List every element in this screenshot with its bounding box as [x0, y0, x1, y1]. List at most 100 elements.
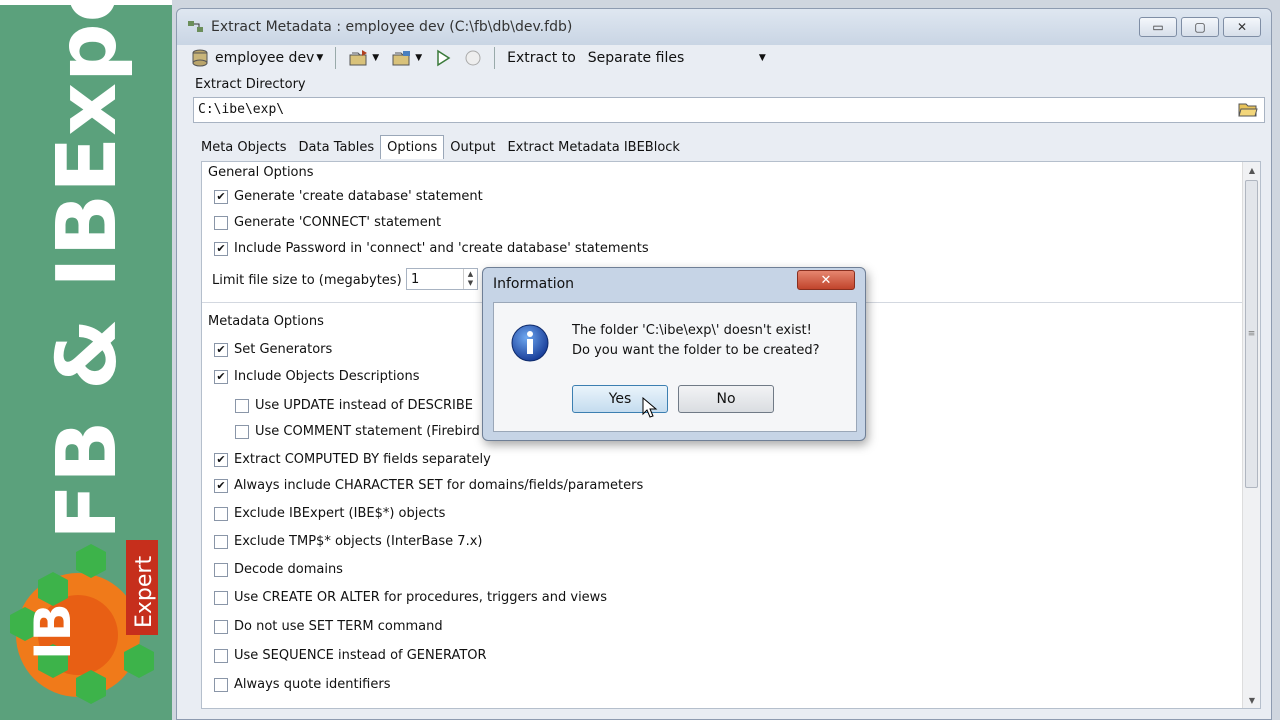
checkbox[interactable]: ✔: [214, 189, 228, 204]
extract-to-label: Extract to: [507, 50, 576, 66]
database-selector[interactable]: employee dev ▼: [187, 46, 327, 70]
brand-strip: FB & IBExpert IB Expert: [0, 0, 172, 720]
dialog-body: The folder 'C:\ibe\exp\' doesn't exist! …: [493, 302, 857, 432]
logo-letters: IB: [24, 603, 82, 660]
checkbox[interactable]: [214, 590, 228, 605]
window-title: Extract Metadata : employee dev (C:\fb\d…: [211, 19, 573, 35]
extract-directory-input[interactable]: C:\ibe\exp\: [193, 97, 1265, 123]
option-label: Do not use SET TERM command: [234, 619, 443, 634]
no-button[interactable]: No: [678, 385, 774, 413]
extract-directory-label: Extract Directory: [195, 77, 306, 92]
checkbox[interactable]: [214, 648, 228, 663]
metadata_options-option[interactable]: Exclude IBExpert (IBE$*) objects: [214, 506, 445, 521]
metadata_options-option[interactable]: Decode domains: [214, 562, 343, 577]
option-label: Generate 'create database' statement: [234, 189, 483, 204]
options-scrollbar[interactable]: ▲ ≡ ▼: [1242, 162, 1260, 708]
extract-to-value: Separate files: [587, 50, 685, 66]
logo-word: Expert: [132, 556, 157, 628]
metadata_options-option[interactable]: Use SEQUENCE instead of GENERATOR: [214, 648, 487, 663]
general_options-option[interactable]: Generate 'CONNECT' statement: [214, 215, 441, 230]
metadata_options-option[interactable]: ✔ Always include CHARACTER SET for domain…: [214, 478, 643, 493]
toolbar-separator: [494, 47, 496, 69]
general_options-option[interactable]: ✔ Include Password in 'connect' and 'crea…: [214, 241, 649, 256]
play-icon: [437, 49, 451, 67]
toolbar: employee dev ▼ ▼ ▼ Extract to Separate f…: [187, 45, 770, 71]
checkbox[interactable]: ✔: [214, 452, 228, 467]
close-window-button[interactable]: ✕: [1223, 17, 1261, 37]
database-label: employee dev: [215, 50, 315, 66]
metadata_options-option[interactable]: Do not use SET TERM command: [214, 619, 443, 634]
option-label: Always quote identifiers: [234, 677, 391, 692]
scroll-up-icon[interactable]: ▲: [1243, 162, 1261, 178]
tab-meta-objects[interactable]: Meta Objects: [195, 135, 293, 159]
extract-to-select[interactable]: Separate files ▼: [584, 47, 770, 69]
checkbox[interactable]: [214, 619, 228, 634]
stepper-arrows-icon[interactable]: ▲ ▼: [463, 269, 477, 289]
dialog-close-button[interactable]: ✕: [797, 270, 855, 290]
metadata_options-option[interactable]: ✔ Include Objects Descriptions: [214, 369, 420, 384]
info-icon: [511, 324, 549, 362]
tab-output[interactable]: Output: [444, 135, 501, 159]
checkbox[interactable]: ✔: [214, 478, 228, 493]
limit-file-size-label: Limit file size to (megabytes): [212, 273, 402, 288]
toolbar-separator: [335, 47, 337, 69]
checkbox[interactable]: [235, 424, 249, 439]
chevron-down-icon: ▼: [316, 53, 324, 63]
metadata_options-option[interactable]: Use CREATE OR ALTER for procedures, trig…: [214, 590, 607, 605]
checkbox[interactable]: [214, 562, 228, 577]
metadata_options-option[interactable]: Use UPDATE instead of DESCRIBE: [235, 398, 473, 413]
checkbox[interactable]: ✔: [214, 342, 228, 357]
metadata_options-option[interactable]: Exclude TMP$* objects (InterBase 7.x): [214, 534, 482, 549]
checkbox[interactable]: ✔: [214, 369, 228, 384]
option-label: Use SEQUENCE instead of GENERATOR: [234, 648, 487, 663]
tab-extract-metadata-ibeblock[interactable]: Extract Metadata IBEBlock: [501, 135, 686, 159]
chevron-down-icon: ▼: [372, 53, 380, 63]
option-label: Use UPDATE instead of DESCRIBE: [255, 398, 474, 413]
database-icon: [192, 49, 208, 67]
option-label: Include Password in 'connect' and 'creat…: [234, 241, 649, 256]
option-label: Set Generators: [234, 342, 333, 357]
ibexpert-logo: IB Expert: [10, 540, 158, 704]
stop-button[interactable]: [460, 46, 486, 70]
option-label: Exclude IBExpert (IBE$*) objects: [234, 506, 446, 521]
metadata_options-option[interactable]: ✔ Extract COMPUTED BY fields separately: [214, 452, 491, 467]
tab-options[interactable]: Options: [380, 135, 445, 159]
dialog-title: Information: [493, 276, 575, 292]
extract-metadata-icon: [188, 21, 203, 32]
save-config-button[interactable]: ▼: [387, 46, 426, 70]
option-label: Decode domains: [234, 562, 343, 577]
checkbox[interactable]: [214, 506, 228, 521]
option-label: Exclude TMP$* objects (InterBase 7.x): [234, 534, 483, 549]
load-config-button[interactable]: ▼: [344, 46, 383, 70]
metadata_options-option[interactable]: Always quote identifiers: [214, 677, 391, 692]
option-label: Use COMMENT statement (Firebird 2: [255, 424, 493, 439]
checkbox[interactable]: [214, 677, 228, 692]
metadata_options-option[interactable]: ✔ Set Generators: [214, 342, 332, 357]
extract-directory-value: C:\ibe\exp\: [198, 102, 285, 117]
checkbox[interactable]: [235, 398, 249, 413]
dialog-message-line1: The folder 'C:\ibe\exp\' doesn't exist!: [572, 323, 812, 338]
tab-strip: Meta Objects Data Tables Options Output …: [195, 135, 686, 159]
load-config-icon: [349, 50, 368, 66]
option-label: Generate 'CONNECT' statement: [234, 215, 442, 230]
general-options-title: General Options: [208, 165, 314, 180]
run-button[interactable]: [430, 46, 456, 70]
open-folder-icon[interactable]: [1238, 100, 1258, 118]
scroll-down-icon[interactable]: ▼: [1243, 692, 1261, 708]
metadata_options-option[interactable]: Use COMMENT statement (Firebird 2: [235, 424, 492, 439]
stop-icon: [465, 50, 481, 66]
option-label: Include Objects Descriptions: [234, 369, 420, 384]
scroll-thumb[interactable]: ≡: [1245, 180, 1258, 488]
title-bar: Extract Metadata : employee dev (C:\fb\d…: [177, 9, 1271, 45]
limit-file-size-stepper[interactable]: 1 ▲ ▼: [406, 268, 478, 290]
save-config-icon: [392, 51, 411, 66]
brand-title: FB & IBExpert: [40, 0, 135, 540]
checkbox[interactable]: [214, 534, 228, 549]
checkbox[interactable]: ✔: [214, 241, 228, 256]
minimize-button[interactable]: ▭: [1139, 17, 1177, 37]
tab-data-tables[interactable]: Data Tables: [293, 135, 381, 159]
option-label: Always include CHARACTER SET for domains…: [234, 478, 644, 493]
checkbox[interactable]: [214, 215, 228, 230]
maximize-button[interactable]: ▢: [1181, 17, 1219, 37]
general_options-option[interactable]: ✔ Generate 'create database' statement: [214, 189, 483, 204]
